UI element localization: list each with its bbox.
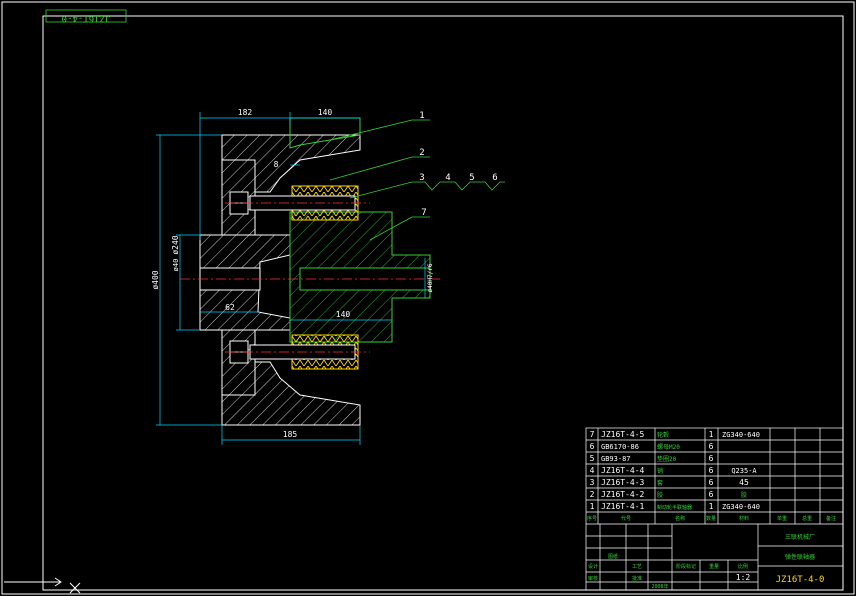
company-name: 三联机械厂	[785, 533, 815, 541]
scale-value: 1:2	[736, 573, 751, 582]
bom-row-7-qty: 1	[709, 430, 714, 439]
bom-row-6-code: GB6170-86	[601, 443, 639, 451]
bom-header-c1: 单重	[777, 515, 787, 522]
balloon-3: 3	[419, 173, 424, 183]
bom-row-3-mat: 45	[739, 478, 749, 487]
bom-row-6-no: 6	[590, 442, 595, 451]
sign-label-1: 设计	[588, 563, 598, 570]
bom-header-name: 名称	[675, 515, 685, 522]
dim-small-gap: 8	[274, 160, 279, 169]
sign-label-4: 批准	[632, 575, 642, 582]
dim-hub-length: 62	[225, 303, 235, 312]
bom-row-3-code: JZ16T-4-3	[601, 478, 645, 487]
bom-row-2-name: 胶	[657, 491, 663, 499]
bom-header-c2: 总重	[802, 515, 812, 522]
bom-row-7-mat: ZG340-640	[722, 431, 760, 439]
bom-row-5-code: GB93-87	[601, 455, 631, 463]
balloon-2: 2	[419, 148, 424, 158]
sign-label-3: 工艺	[632, 564, 642, 570]
bom-row-6-name: 螺母M20	[657, 443, 680, 451]
stage-label-1: 阶段标记	[676, 563, 696, 570]
sign-label-2: 审核	[588, 575, 598, 582]
bom-header-material: 材料	[739, 515, 749, 522]
bom-row-1-mat: ZG340-640	[722, 503, 760, 511]
dim-hub-bore: ø40	[172, 259, 180, 272]
bom-header-no: 序号	[587, 515, 597, 522]
balloon-5: 5	[469, 173, 474, 183]
bom-row-3-no: 3	[590, 478, 595, 487]
balloon-4: 4	[445, 173, 450, 183]
ucs-icon	[4, 577, 81, 594]
bom-header-code: 代号	[621, 515, 631, 522]
dim-overall-height: ø400	[151, 270, 160, 289]
bom-row-3-name: 套	[657, 479, 663, 487]
bom-row-7-no: 7	[590, 430, 595, 439]
bom-row-5-qty: 6	[709, 454, 714, 463]
bom-row-1-qty: 1	[709, 502, 714, 511]
title-info: 三联机械厂 弹性联轴器 JZ16T-4-0 1:2 阶段标记 重量 比例 设计 …	[588, 533, 824, 590]
balloon-6: 6	[492, 173, 497, 183]
bom-row-1-name: 制动轮半联轴器	[657, 504, 692, 511]
drawing-number: JZ16T-4-0	[776, 575, 825, 585]
bom-row-4-name: 销	[657, 467, 663, 475]
stage-label-3: 比例	[738, 563, 748, 570]
dim-lower-right: 140	[336, 310, 351, 319]
dim-top-right: 140	[318, 108, 333, 117]
corner-id-text: JZ16T-4-0	[62, 13, 111, 23]
bom-row-4-no: 4	[590, 466, 595, 475]
bom-row-4-qty: 6	[709, 466, 714, 475]
drawing-name: 弹性联轴器	[785, 553, 815, 561]
bom-row-1-no: 1	[590, 502, 595, 511]
coupling-section	[180, 117, 440, 426]
bom-row-2-code: JZ16T-4-2	[601, 490, 645, 499]
bom-row-2-no: 2	[590, 490, 595, 499]
balloon-1: 1	[419, 111, 424, 121]
bom-header-c3: 备注	[826, 515, 836, 522]
bom-row-3-qty: 6	[709, 478, 714, 487]
bom-row-7-name: 轮毂	[657, 431, 669, 439]
cad-drawing: JZ16T-4-0 182 140 8 ø400 ø240 ø40 62 140…	[1, 1, 855, 595]
bom-row-2-qty: 6	[709, 490, 714, 499]
bom-row-5-no: 5	[590, 454, 595, 463]
dim-bottom: 185	[283, 430, 298, 439]
dim-top-left: 182	[238, 108, 253, 117]
bom-row-4-mat: Q235-A	[731, 467, 757, 475]
stage-label-2: 重量	[709, 563, 719, 570]
bom-row-7-code: JZ16T-4-5	[601, 430, 645, 439]
date-label: 2008年	[651, 583, 668, 590]
dim-shaft-bore: ø40H7/r6	[427, 263, 434, 292]
bom-row-4-code: JZ16T-4-4	[601, 466, 645, 475]
sheet-label: 图纸	[608, 553, 618, 560]
balloon-7: 7	[421, 208, 426, 218]
dim-hub-diameter: ø240	[171, 235, 180, 254]
bom-header-qty: 数量	[706, 515, 716, 522]
bom-row-1-code: JZ16T-4-1	[601, 502, 645, 511]
bom-row-6-qty: 6	[709, 442, 714, 451]
bom-row-2-mat: 胶	[741, 491, 747, 499]
bom-row-5-name: 垫圈20	[657, 455, 677, 463]
